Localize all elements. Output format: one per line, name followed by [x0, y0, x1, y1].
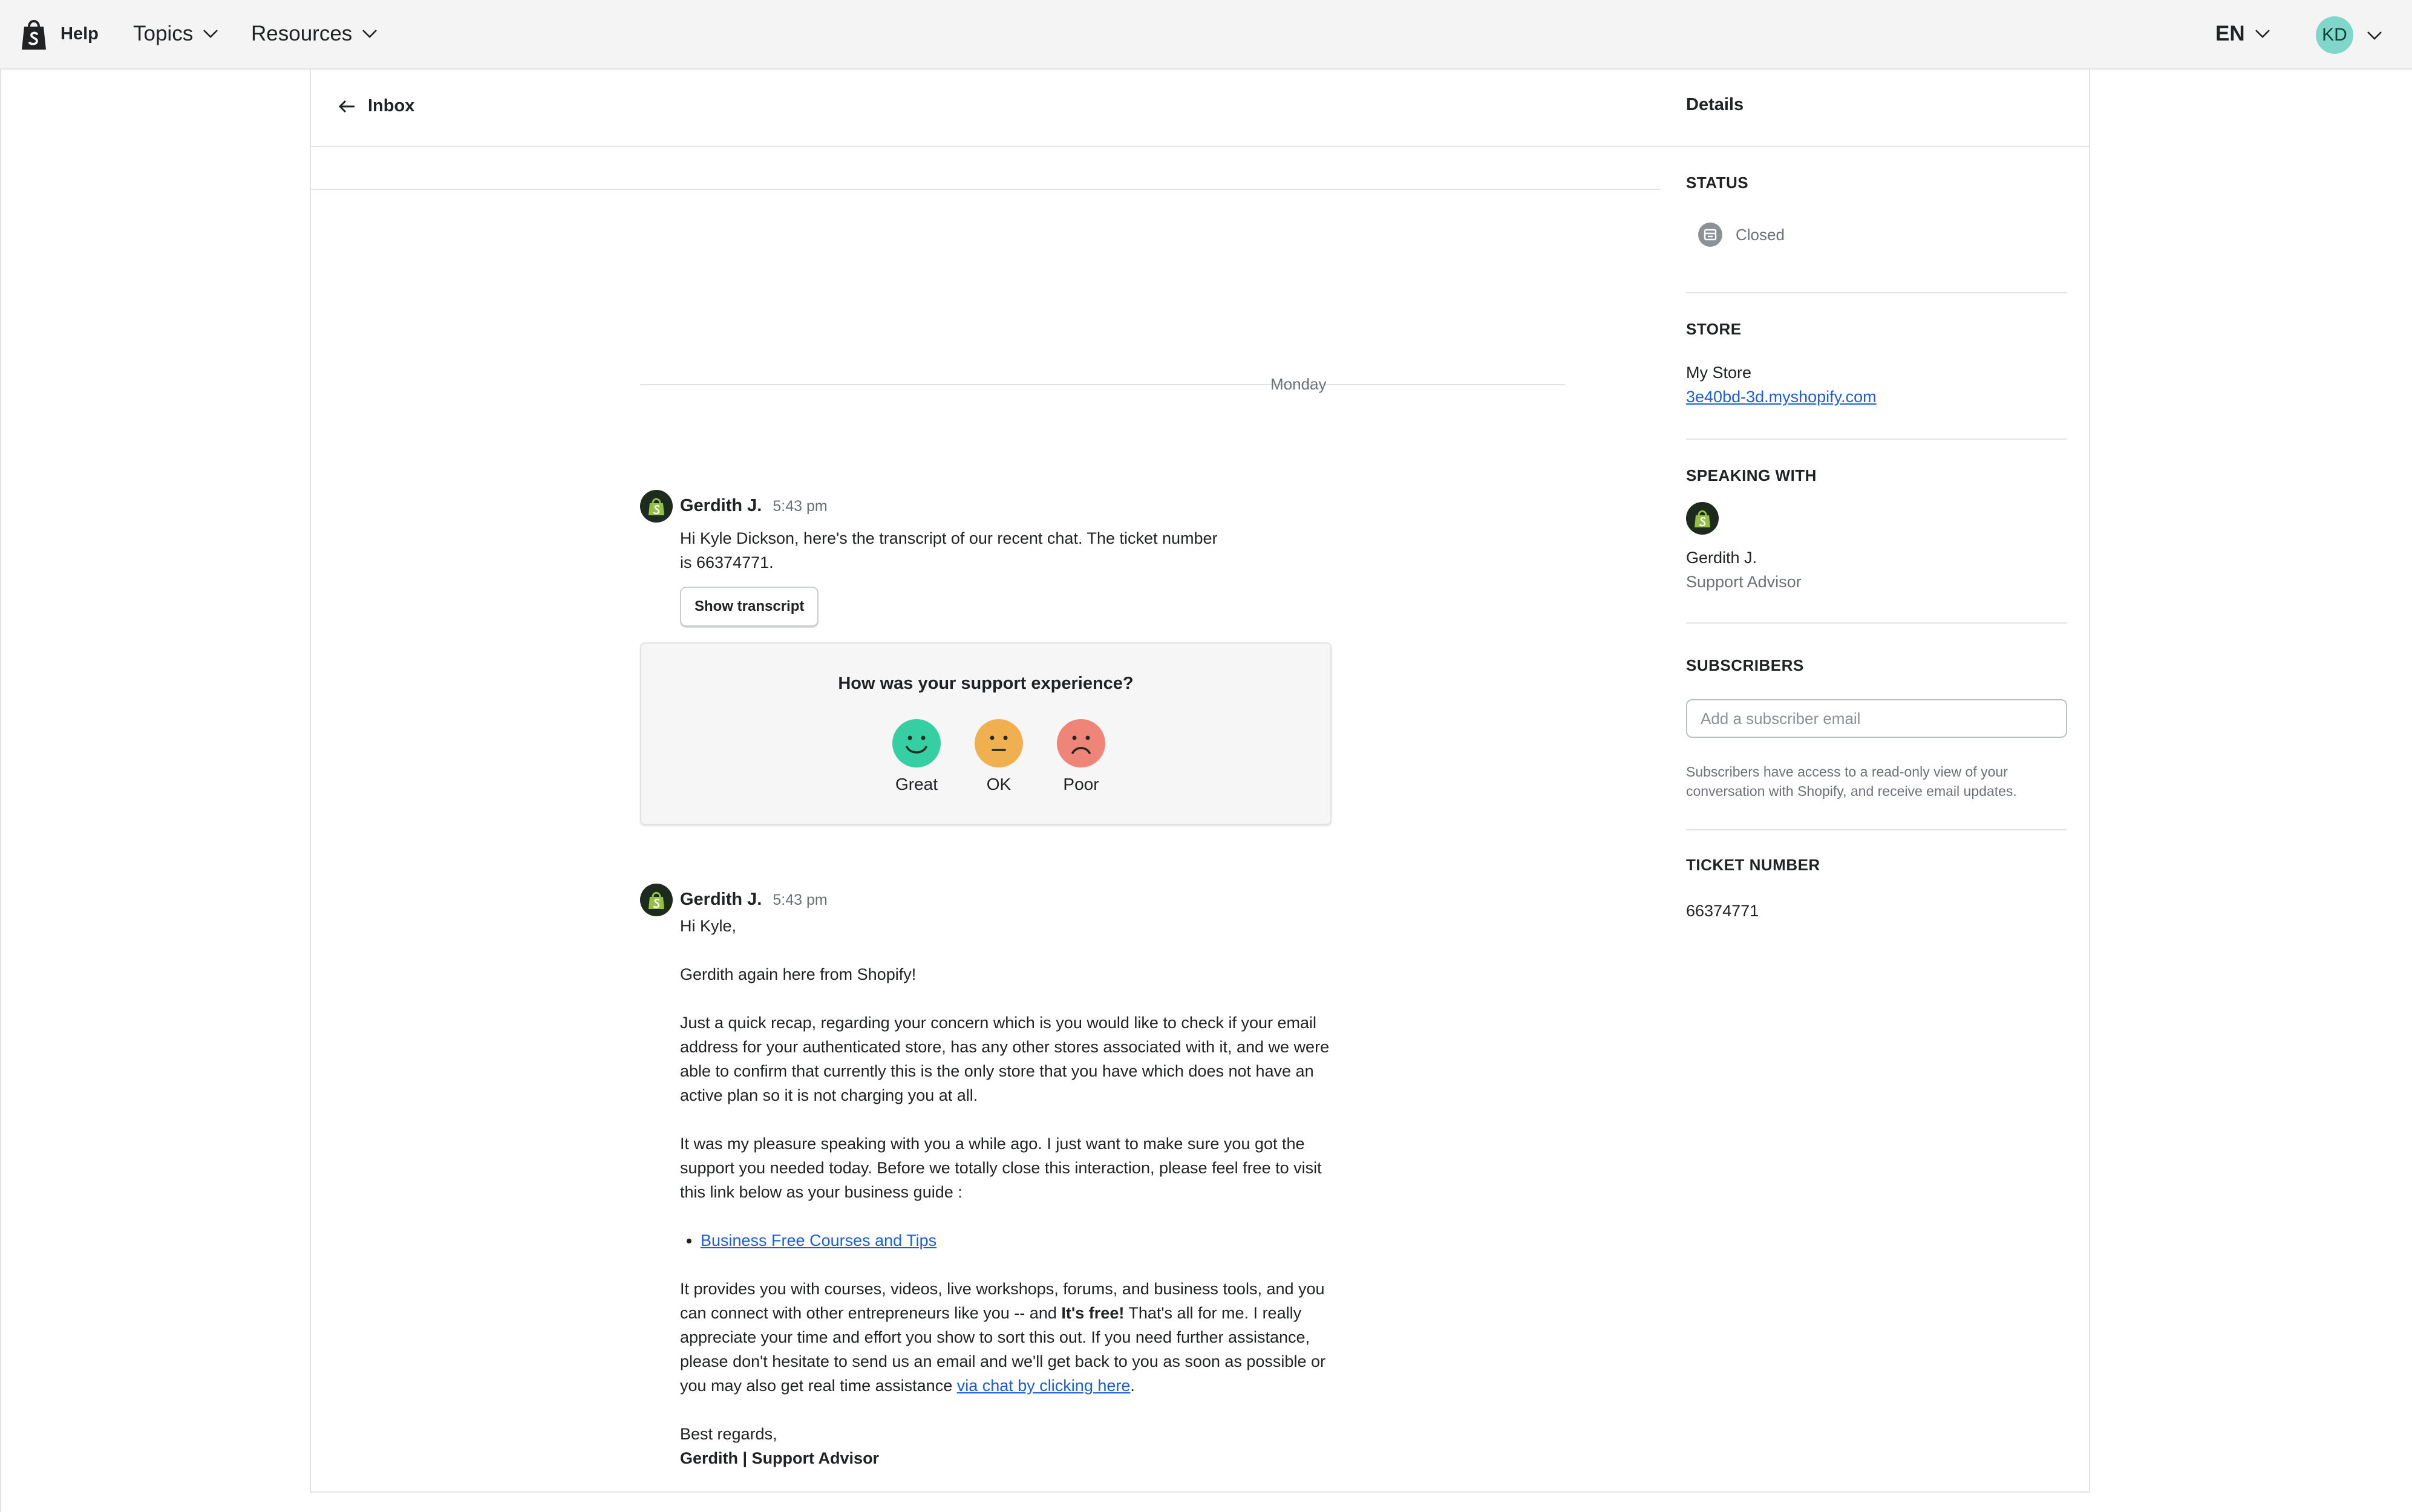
neutral-face-icon: [975, 719, 1023, 767]
chevron-down-icon: [2255, 30, 2270, 38]
shopify-bag-icon: [22, 20, 46, 50]
status-section: STATUS Closed: [1686, 174, 2067, 293]
divider: [311, 189, 1661, 190]
nav-resources[interactable]: Resources: [251, 22, 377, 46]
rating-label: Great: [895, 775, 938, 793]
subscribers-note: Subscribers have access to a read-only v…: [1686, 764, 2017, 799]
message-text-line: Hi Kyle Dickson, here's the transcript o…: [680, 529, 1218, 547]
shopify-advisor-icon: [640, 884, 673, 916]
chevron-down-icon: [362, 30, 377, 38]
business-courses-link[interactable]: Business Free Courses and Tips: [701, 1231, 936, 1250]
store-name: My Store: [1686, 363, 1752, 382]
details-sidebar: Details STATUS Closed STORE My Store 3e4…: [1661, 70, 2090, 1493]
user-avatar[interactable]: KD: [2316, 16, 2353, 54]
help-label: Help: [60, 24, 99, 44]
rating-ok-button[interactable]: OK: [959, 719, 1038, 794]
nav-resources-label: Resources: [251, 22, 353, 45]
store-section: STORE My Store 3e40bd-3d.myshopify.com: [1686, 320, 2067, 440]
language-selector[interactable]: EN: [2215, 22, 2270, 46]
message-paragraph: Gerdith again here from Shopify!: [680, 965, 917, 983]
advisor-role: Support Advisor: [1686, 573, 1802, 591]
day-divider: [640, 384, 1566, 385]
chat-link[interactable]: via chat by clicking here: [957, 1377, 1131, 1395]
survey-question: How was your support experience?: [838, 674, 1134, 693]
section-heading: SUBSCRIBERS: [1686, 656, 1804, 674]
status-badge: Closed: [1736, 225, 1785, 244]
message-paragraph: Just a quick recap, regarding your conce…: [680, 1014, 1330, 1104]
language-label: EN: [2215, 22, 2245, 45]
show-transcript-button[interactable]: Show transcript: [680, 587, 819, 627]
subscribers-section: SUBSCRIBERS Subscribers have access to a…: [1686, 656, 2067, 830]
advisor-name: Gerdith J.: [1686, 549, 1757, 567]
message-paragraph: It provides you with courses, videos, li…: [680, 1277, 1333, 1398]
section-heading: SPEAKING WITH: [1686, 466, 1817, 484]
list-item: Business Free Courses and Tips: [701, 1228, 1333, 1253]
section-heading: STATUS: [1686, 174, 1749, 192]
signature: Gerdith | Support Advisor: [680, 1449, 880, 1467]
sad-face-icon: [1057, 719, 1105, 767]
sidebar-header: Details: [1661, 70, 2089, 147]
store-url-link[interactable]: 3e40bd-3d.myshopify.com: [1686, 388, 1877, 406]
sidebar-title: Details: [1686, 95, 1744, 114]
speaking-with-section: SPEAKING WITH Gerdith J. Support Advisor: [1686, 466, 2067, 624]
nav-topics[interactable]: Topics: [133, 22, 218, 46]
rating-label: OK: [986, 775, 1012, 793]
chevron-down-icon: [203, 30, 218, 38]
arrow-left-icon: [338, 100, 355, 112]
top-bar: Help Topics Resources EN KD: [0, 0, 2412, 70]
ticket-section: TICKET NUMBER 66374771: [1686, 856, 2067, 923]
archive-status-icon: [1698, 223, 1722, 247]
emphasis-text: It's free!: [1061, 1304, 1125, 1322]
rating-label: Poor: [1063, 775, 1099, 793]
subscriber-email-input[interactable]: [1686, 699, 2067, 738]
day-label: Monday: [1270, 375, 1327, 393]
rating-great-button[interactable]: Great: [877, 719, 956, 794]
shopify-advisor-icon: [640, 490, 673, 523]
back-to-inbox-link[interactable]: Inbox: [338, 96, 414, 116]
back-link-label: Inbox: [368, 96, 415, 116]
chevron-down-icon[interactable]: [2367, 31, 2382, 41]
brand-home-link[interactable]: Help: [21, 17, 99, 51]
message-author: Gerdith J.: [680, 496, 762, 515]
support-survey-card: How was your support experience? Great O…: [640, 642, 1332, 825]
rating-poor-button[interactable]: Poor: [1042, 719, 1120, 794]
paragraph-text: .: [1130, 1377, 1135, 1395]
ticket-number: 66374771: [1686, 902, 1759, 920]
section-heading: TICKET NUMBER: [1686, 856, 1820, 874]
message-author: Gerdith J.: [680, 890, 762, 909]
link-list: Business Free Courses and Tips: [680, 1228, 1333, 1253]
message-time: 5:43 pm: [773, 891, 828, 908]
message-time: 5:43 pm: [773, 498, 828, 515]
signoff: Best regards,: [680, 1425, 777, 1443]
page-edge: [0, 70, 1, 1512]
message-paragraph: It was my pleasure speaking with you a w…: [680, 1135, 1322, 1201]
message-greeting: Hi Kyle,: [680, 917, 737, 935]
conversation-header: Inbox: [311, 70, 1661, 147]
section-heading: STORE: [1686, 320, 1742, 338]
smile-face-icon: [892, 719, 941, 767]
advisor-avatar: [1686, 502, 1719, 535]
nav-topics-label: Topics: [133, 22, 194, 45]
message-text-line: is 66374771.: [680, 553, 774, 572]
